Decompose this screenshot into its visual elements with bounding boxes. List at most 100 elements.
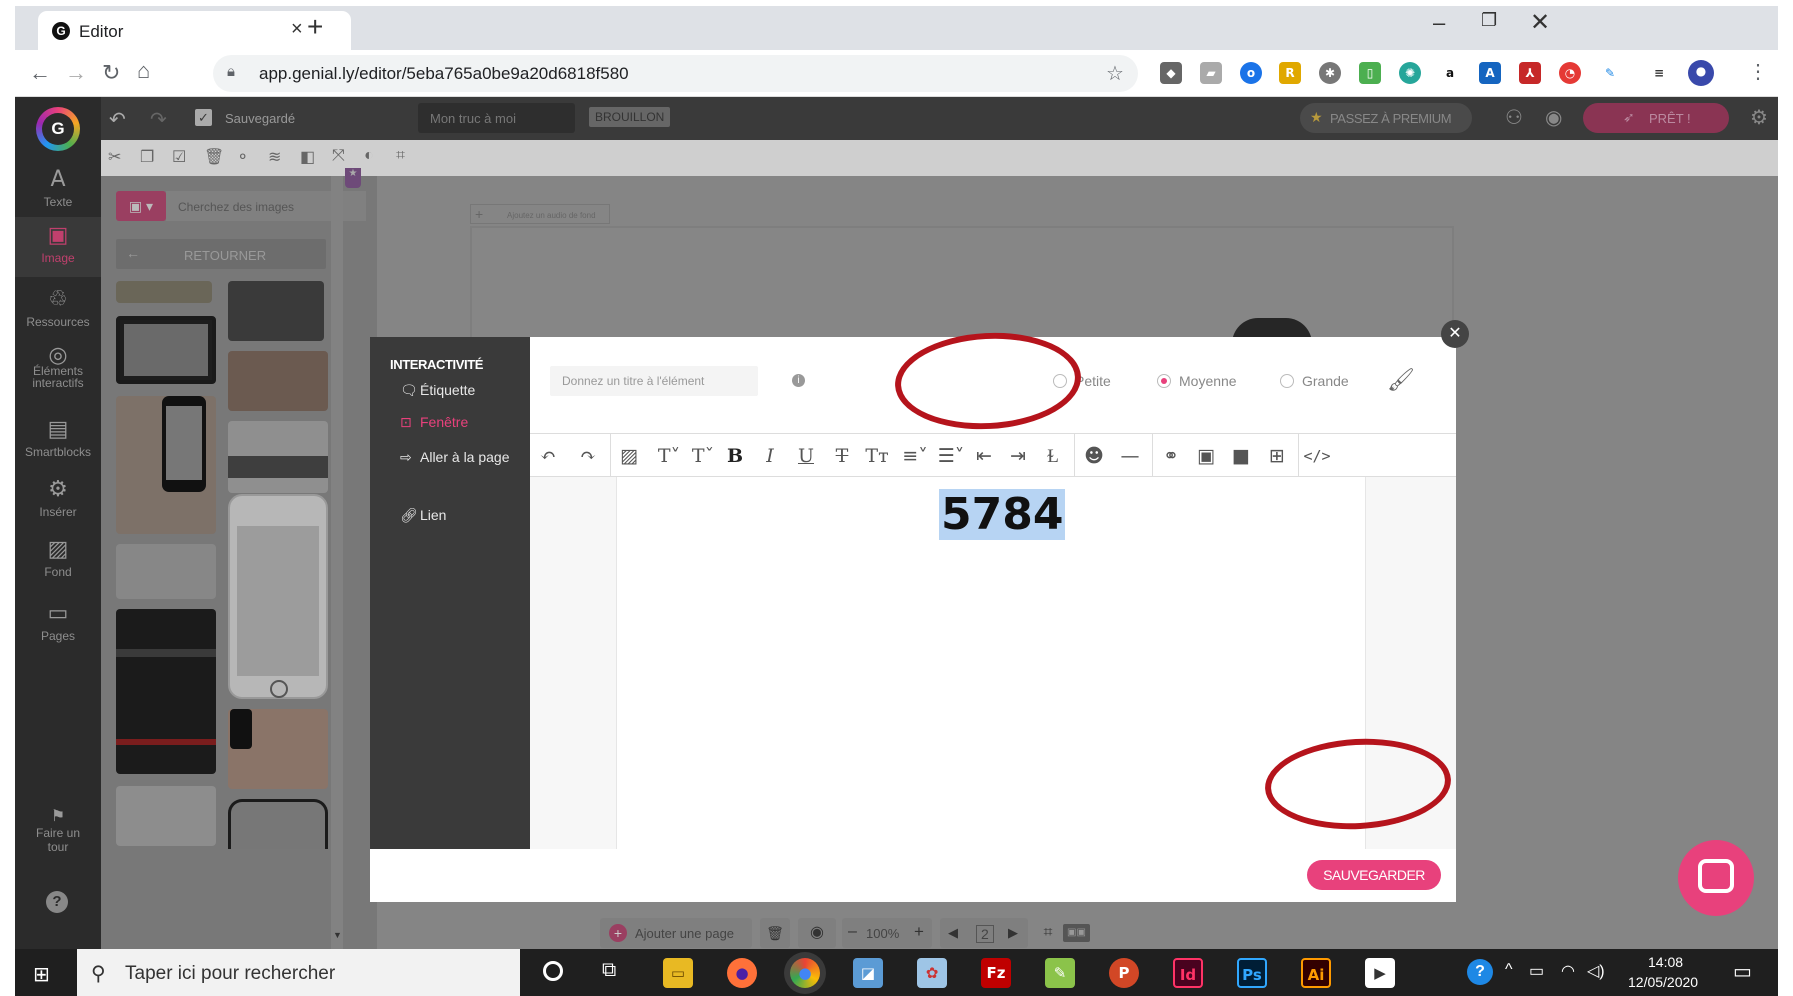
illustrator-icon[interactable]: Ai (1301, 958, 1331, 988)
cut-icon[interactable]: ✂ (108, 147, 121, 167)
project-name-field[interactable]: Mon truc à moi (418, 103, 575, 133)
image-thumb-tablet[interactable] (116, 316, 216, 384)
profile-avatar[interactable]: ● (1688, 60, 1714, 86)
side-item-etiquette[interactable]: 🗨︎ Étiquette (400, 382, 475, 399)
content-editor[interactable]: 5784 (616, 477, 1366, 849)
back-button[interactable]: ← RETOURNER (116, 239, 326, 269)
outdent-icon[interactable]: ⇤ (969, 443, 999, 469)
delete-icon[interactable]: 🗑︎ (204, 147, 224, 167)
file-explorer-icon[interactable]: ▭ (663, 958, 693, 988)
indent-icon[interactable]: ⇥ (1003, 443, 1033, 469)
image-thumb-phone-hand-2[interactable] (228, 709, 328, 789)
preview-button[interactable]: ◉ (798, 918, 836, 948)
tab-close-icon[interactable]: × (291, 18, 303, 41)
image-thumb-smartphone[interactable] (228, 799, 328, 849)
brush-style-icon[interactable]: 🖌︎ (1387, 367, 1415, 393)
extension-feather-icon[interactable]: ✎ (1599, 62, 1621, 84)
reload-icon[interactable]: ↻ (102, 62, 120, 84)
link-chain-icon[interactable]: ⚬ (236, 147, 249, 167)
scroll-down-icon[interactable]: ▼ (333, 930, 342, 940)
font-size-icon[interactable]: Tˇ (688, 443, 718, 469)
delete-page-button[interactable]: 🗑︎ (760, 918, 790, 948)
side-item-fenetre[interactable]: ⊡ Fenêtre (400, 414, 468, 431)
image-thumb-phone-hand[interactable] (116, 396, 216, 534)
extension-shield-icon[interactable]: ◆ (1160, 62, 1182, 84)
redo-icon[interactable]: ↷ (150, 107, 167, 132)
extension-chat-icon[interactable]: ▰ (1200, 62, 1222, 84)
horizontal-line-icon[interactable]: — (1115, 443, 1145, 469)
zoom-in-icon[interactable]: + (914, 922, 924, 942)
link-icon[interactable]: ⚭ (1156, 443, 1186, 469)
copy-icon[interactable]: ❐ (140, 147, 154, 167)
code-view-icon[interactable]: </> (1302, 443, 1332, 469)
windows-start-icon[interactable]: ⊞ (33, 962, 50, 986)
save-button[interactable]: SAUVEGARDER (1307, 860, 1441, 890)
image-insert-icon[interactable]: ▣ (1191, 443, 1221, 469)
settings-gear-icon[interactable]: ⚙ (1750, 105, 1768, 130)
close-window-icon[interactable]: ✕ (1530, 8, 1550, 37)
info-icon[interactable]: i (792, 374, 805, 387)
opacity-icon[interactable]: ◐ (364, 147, 374, 165)
image-thumb-earbud[interactable] (116, 544, 216, 599)
extension-gear-icon[interactable]: ✱ (1319, 62, 1341, 84)
battery-icon[interactable]: ▭ (1529, 961, 1544, 981)
image-thumb-lens[interactable] (116, 609, 216, 774)
zoom-out-icon[interactable]: – (848, 923, 857, 941)
extension-green-doc-icon[interactable]: ▯ (1359, 62, 1381, 84)
remove-format-icon[interactable]: Ɫ (1038, 443, 1068, 469)
browser-menu-icon[interactable]: ⋮ (1748, 62, 1768, 82)
panel-scrollbar[interactable]: ▼ (331, 176, 343, 949)
nav-item-ressources[interactable]: ♲ Ressources (15, 287, 101, 329)
genially-logo[interactable]: G (36, 107, 80, 151)
chrome-icon[interactable]: ● (790, 958, 820, 988)
image-thumb-drone[interactable] (116, 786, 216, 846)
home-icon[interactable]: ⌂ (137, 60, 150, 82)
layers-icon[interactable]: ≋ (268, 147, 281, 167)
minimize-icon[interactable]: – (1433, 10, 1445, 36)
premium-button[interactable]: ★ PASSEZ À PREMIUM (1300, 103, 1472, 133)
image-thumb-laptop[interactable] (228, 421, 328, 493)
side-item-lien[interactable]: 🔗︎ Lien (400, 507, 446, 524)
element-title-input[interactable]: Donnez un titre à l'élément (550, 366, 758, 396)
table-insert-icon[interactable]: ⊞ (1262, 443, 1292, 469)
add-page-button[interactable]: + Ajouter une page (600, 918, 752, 948)
italic-icon[interactable]: I (755, 443, 785, 469)
extension-playlist-icon[interactable]: ≡ (1648, 62, 1670, 84)
notifications-icon[interactable]: ▭ (1733, 959, 1752, 984)
expand-icon[interactable]: ⤧ (332, 147, 345, 165)
fit-screen-icon[interactable]: ⌗ (1034, 918, 1062, 948)
paste-icon[interactable]: ☑ (172, 147, 186, 167)
media-player-icon[interactable]: ▶ (1365, 958, 1395, 988)
panel-edge-tab[interactable]: ★ (345, 168, 361, 188)
taskbar-search[interactable]: ⚲ Taper ici pour rechercher (77, 949, 520, 996)
add-collaborator-icon[interactable]: ⚇ (1505, 105, 1523, 130)
address-bar[interactable]: 🔒︎ app.genial.ly/editor/5eba765a0be9a20d… (213, 55, 1138, 92)
bold-icon[interactable]: B (720, 443, 750, 469)
notepad-icon[interactable]: ✎ (1045, 958, 1075, 988)
text-case-icon[interactable]: Tт (862, 443, 892, 469)
firefox-icon[interactable]: ● (727, 958, 757, 988)
nav-item-elements-interactifs[interactable]: ◎ Éléments interactifs (15, 345, 101, 390)
side-item-aller-page[interactable]: ⇨ Aller à la page (400, 447, 510, 468)
notebook-app-icon[interactable]: ◪ (853, 958, 883, 988)
restore-icon[interactable]: ❐ (1481, 10, 1497, 31)
nav-item-image[interactable]: ▣ Image (15, 217, 101, 277)
size-option-grande[interactable]: Grande (1280, 373, 1349, 389)
undo-icon[interactable]: ↶ (533, 443, 563, 469)
ready-button[interactable]: ➶ PRÊT ! (1583, 103, 1729, 133)
modal-close-icon[interactable]: ✕ (1441, 320, 1469, 348)
clock-date[interactable]: 12/05/2020 (1628, 974, 1698, 990)
indesign-icon[interactable]: Id (1173, 958, 1203, 988)
undo-icon[interactable]: ↶ (109, 107, 126, 132)
nav-item-tour[interactable]: ⚑ Faire un tour (15, 808, 101, 855)
powerpoint-icon[interactable]: P (1109, 958, 1139, 988)
extension-pdf-icon[interactable]: ⅄ (1519, 62, 1541, 84)
preview-eye-icon[interactable]: ◉ (1545, 105, 1562, 130)
volume-icon[interactable]: ◁) (1587, 961, 1605, 981)
task-view-icon[interactable]: ⧉ (602, 959, 616, 982)
strikethrough-icon[interactable]: T (827, 443, 857, 469)
clear-format-icon[interactable]: ▨ (614, 443, 644, 469)
nav-item-pages[interactable]: ▭ Pages (15, 601, 101, 643)
extension-a-icon[interactable]: A (1479, 62, 1501, 84)
bookmark-star-icon[interactable]: ☆ (1106, 61, 1124, 86)
